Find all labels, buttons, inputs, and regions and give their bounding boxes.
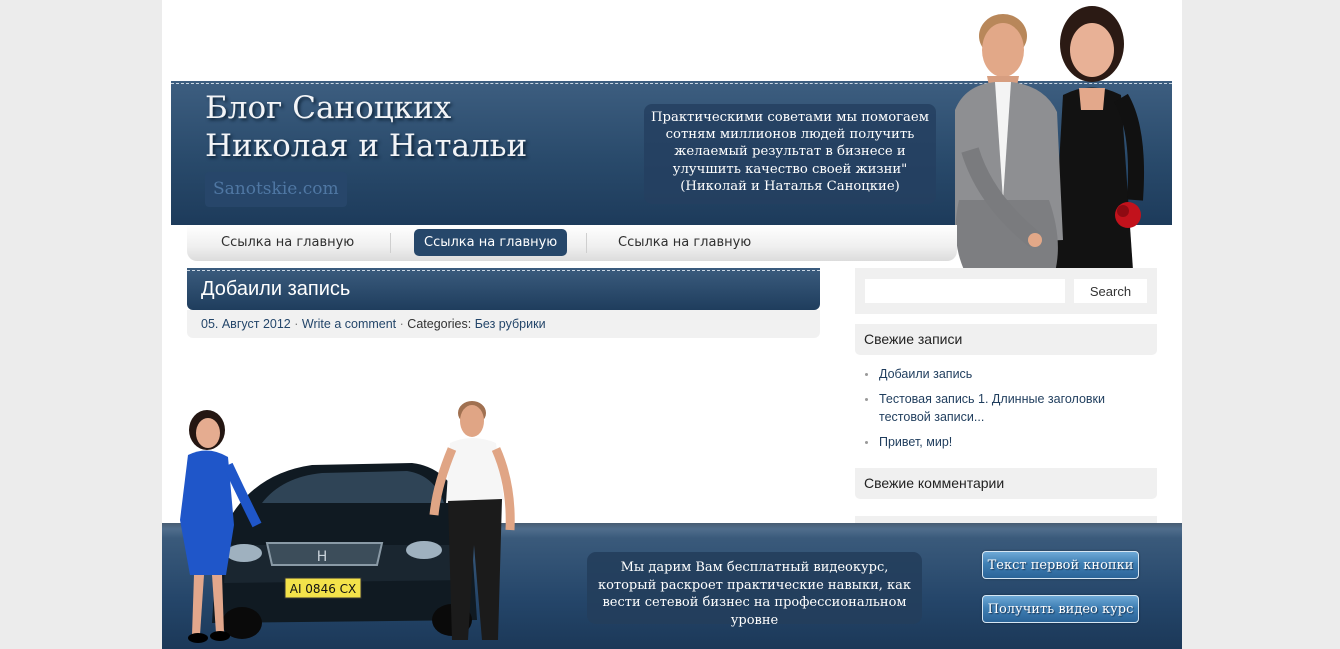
- blog-title-line-1: Блог Саноцких: [205, 90, 452, 126]
- blog-title[interactable]: Блог Саноцких Николая и Натальи: [205, 89, 605, 165]
- nav-separator: [586, 233, 587, 253]
- car-and-people-photo: H AI 0846 CX: [180, 401, 515, 643]
- list-item[interactable]: Привет, мир!: [865, 433, 1145, 451]
- main-nav: Ссылка на главную Ссылка на главную Ссыл…: [187, 225, 957, 261]
- page: Блог Саноцких Николая и Натальи Sanotski…: [162, 0, 1182, 649]
- recent-posts-title: Свежие записи: [855, 324, 1157, 355]
- get-video-course-button[interactable]: Получить видео курс: [982, 595, 1139, 623]
- meta-separator: ·: [294, 317, 299, 331]
- nav-item-home-2[interactable]: Ссылка на главную: [414, 229, 568, 256]
- post-title-bar: Добаили запись: [187, 268, 820, 310]
- list-item[interactable]: Тестовая запись 1. Длинные заголовки тес…: [865, 390, 1145, 426]
- license-plate: AI 0846 CX: [290, 582, 357, 596]
- first-cta-button[interactable]: Текст первой кнопки: [982, 551, 1139, 579]
- site-url: Sanotskie.com: [205, 172, 347, 207]
- categories-label: Categories:: [407, 317, 472, 331]
- post-date: 05. Август 2012: [201, 317, 291, 331]
- nav-item-home-3[interactable]: Ссылка на главную: [608, 229, 761, 256]
- nav-separator: [390, 233, 391, 253]
- recent-posts-list: Добаили запись Тестовая запись 1. Длинны…: [865, 365, 1145, 458]
- search-input[interactable]: [865, 279, 1065, 303]
- svg-text:H: H: [317, 549, 328, 565]
- category-link[interactable]: Без рубрики: [475, 317, 546, 331]
- post-meta: 05. Август 2012 · Write a comment · Cate…: [187, 310, 820, 338]
- header-couple-photo: [955, 6, 1145, 272]
- search-widget: Search: [855, 268, 1157, 314]
- offer-text: Мы дарим Вам бесплатный видеокурс, котор…: [587, 552, 922, 628]
- search-button[interactable]: Search: [1074, 279, 1147, 303]
- nav-item-home-1[interactable]: Ссылка на главную: [211, 229, 364, 256]
- write-comment-link[interactable]: Write a comment: [302, 317, 396, 331]
- recent-comments-title: Свежие комментарии: [855, 468, 1157, 499]
- meta-separator: ·: [399, 317, 404, 331]
- post-title[interactable]: Добаили запись: [201, 278, 350, 301]
- list-item[interactable]: Добаили запись: [865, 365, 1145, 383]
- blog-title-line-2: Николая и Натальи: [205, 128, 528, 164]
- header-quote: Практическими советами мы помогаем сотня…: [644, 104, 936, 204]
